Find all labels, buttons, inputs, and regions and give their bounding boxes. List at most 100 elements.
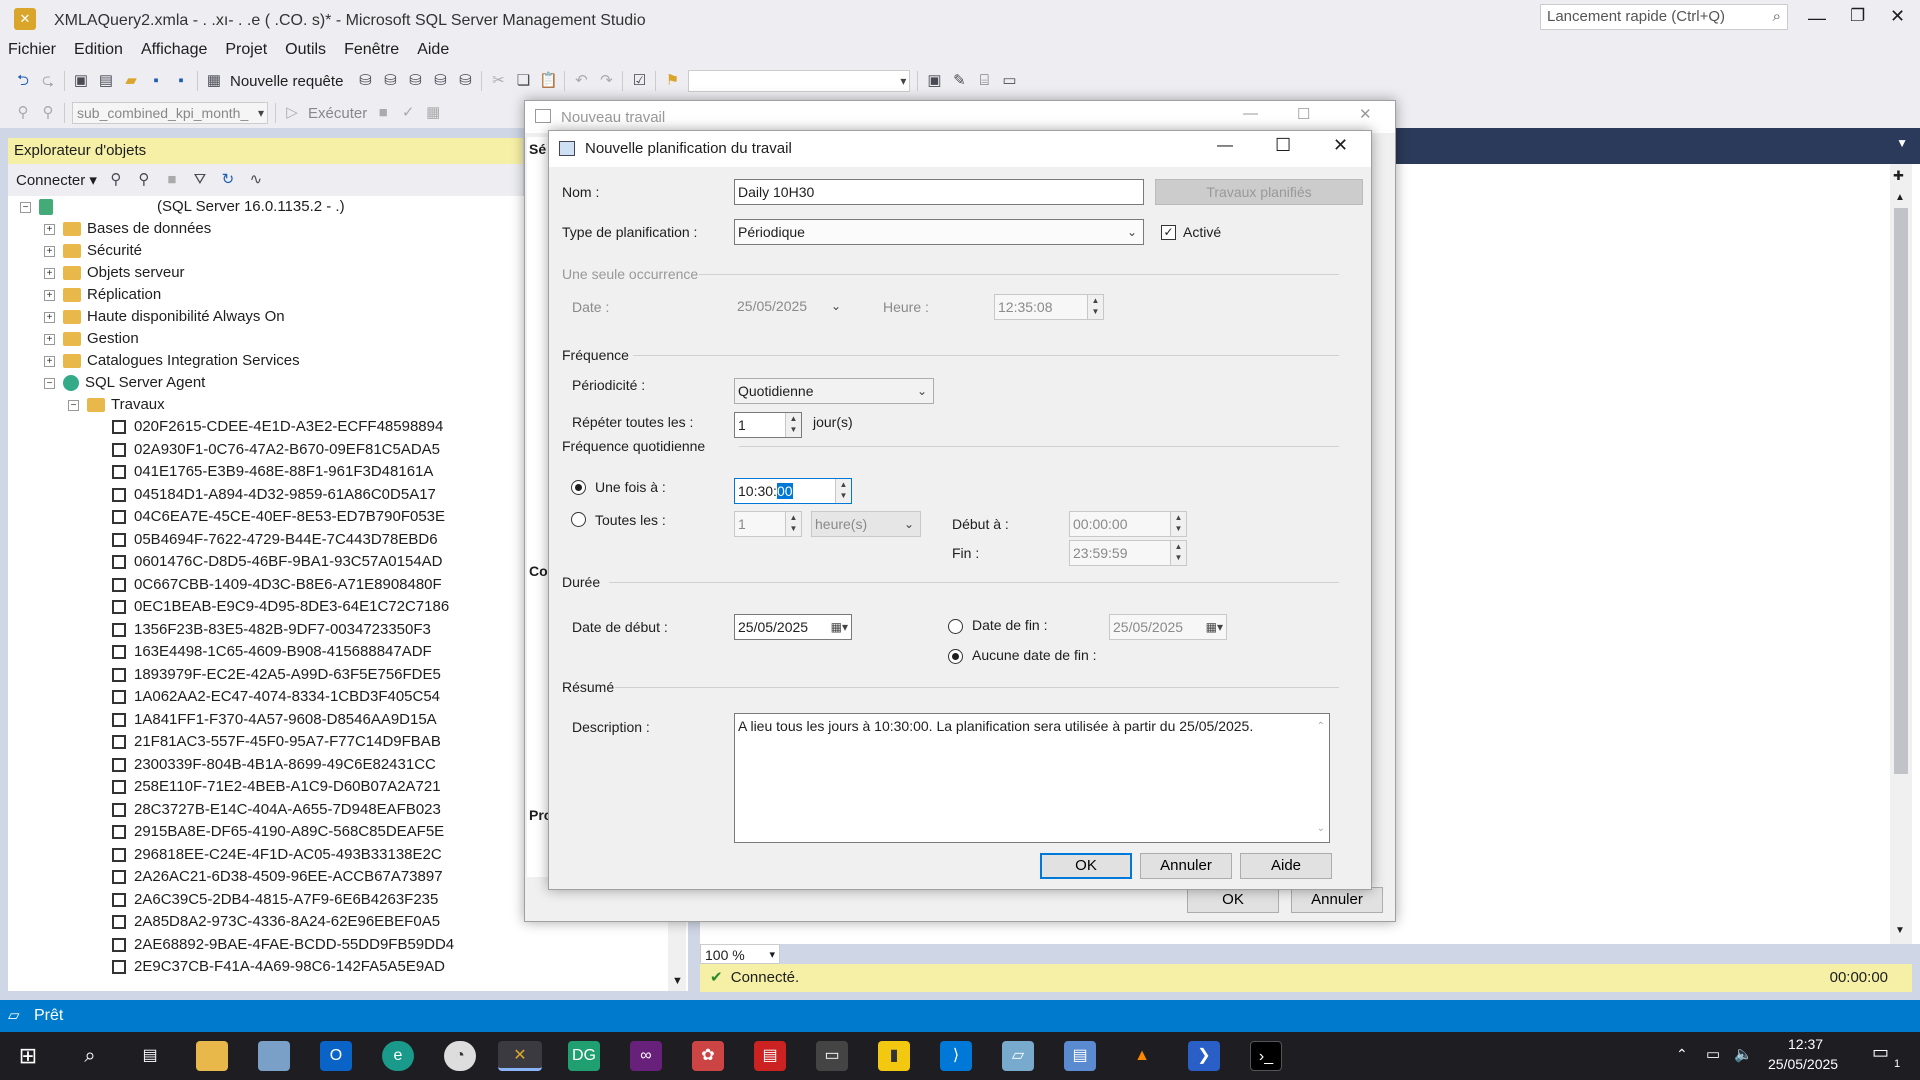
scroll-down-icon[interactable]: ▼ [1895,925,1905,936]
refresh-icon[interactable]: ↻ [219,171,237,189]
menu-projet[interactable]: Projet [225,41,267,59]
collapse-icon[interactable]: − [20,201,31,213]
ssms-taskbar-icon[interactable]: ✕ [498,1041,542,1071]
job-item[interactable]: 0601476C-D8D5-46BF-9BA1-93C57A0154AD [112,551,443,573]
cut-icon[interactable]: ✂ [489,72,507,90]
job-item[interactable]: 1356F23B-83E5-482B-9DF7-0034723350F3 [112,619,431,641]
scroll-up-icon[interactable]: ▲ [1895,192,1905,203]
dax-query-icon[interactable]: ⛁ [456,72,474,90]
job-item[interactable]: 04C6EA7E-45CE-40EF-8E53-ED7B790F053E [112,506,445,528]
xmla-query-icon[interactable]: ⛁ [431,72,449,90]
connect-icon[interactable]: ⚲ [14,104,32,122]
clock-date[interactable]: 25/05/2025 [1768,1056,1838,1072]
results-icon[interactable]: ▦ [424,104,442,122]
job-item[interactable]: 2E9C37CB-F41A-4A69-98C6-142FA5A5E9AD [112,956,445,978]
collapse-icon[interactable]: − [44,377,55,389]
minimize-icon[interactable]: — [1217,137,1233,155]
search-icon[interactable]: ⌕ [74,1041,106,1071]
find-combo[interactable]: ▾ [688,70,911,92]
edge-icon[interactable]: e [382,1041,414,1071]
activity-icon[interactable]: ∿ [247,171,265,189]
once-at-time-input[interactable]: 10:30:00 ▲ ▼ [734,478,852,504]
disconnect-icon[interactable]: ⚲ [39,104,57,122]
job-item[interactable]: 2A85D8A2-973C-4336-8A24-62E96EBEF0A5 [112,911,440,933]
expand-icon[interactable]: + [44,311,55,323]
notifications-icon[interactable]: ▭ [1872,1042,1889,1063]
node-always-on[interactable]: + Haute disponibilité Always On [44,306,285,328]
network-icon[interactable]: ▭ [1706,1045,1720,1063]
node-security[interactable]: + Sécurité [44,240,142,262]
toolbox-icon[interactable]: ⌸ [975,72,993,90]
restore-icon[interactable]: ❐ [1850,6,1865,26]
server-node[interactable]: − (SQL Server 16.0.1135.2 - .) [20,196,345,218]
description-textarea[interactable]: A lieu tous les jours à 10:30:00. La pla… [734,713,1330,843]
cmd-icon[interactable]: ›_ [1250,1041,1282,1071]
add-item-icon[interactable]: ▤ [97,72,115,90]
expand-icon[interactable]: + [44,245,55,257]
visual-studio-icon[interactable]: ∞ [630,1041,662,1071]
document-icon[interactable]: ▤ [1064,1041,1096,1071]
scroll-down-icon[interactable]: ▼ [672,975,683,987]
menu-aide[interactable]: Aide [417,41,449,59]
terminal-icon[interactable]: ▭ [1000,72,1018,90]
database-combo[interactable]: sub_combined_kpi_month_ ▾ [72,102,268,124]
vlc-icon[interactable]: ▲ [1126,1041,1158,1071]
scroll-thumb[interactable] [1894,208,1908,774]
job-item[interactable]: 02A930F1-0C76-47A2-B670-09EF81C5ADA5 [112,439,440,461]
paint-icon[interactable]: ✿ [692,1041,724,1071]
collapse-icon[interactable]: − [68,399,79,411]
close-icon[interactable]: ✕ [1359,105,1372,123]
job-item[interactable]: 1893979F-EC2E-42A5-A99D-63F5E756FDE5 [112,664,441,686]
properties-icon[interactable]: ✎ [950,72,968,90]
node-server-objects[interactable]: + Objets serveur [44,262,185,284]
menu-edition[interactable]: Edition [74,41,123,59]
save-all-icon[interactable]: ▪ [172,72,190,90]
enabled-checkbox[interactable]: ✓ [1161,225,1176,240]
connect-plug-icon[interactable]: ⚲ [107,171,125,189]
scroll-up-icon[interactable]: ⌃ [1317,718,1325,736]
help-button[interactable]: Aide [1240,853,1332,879]
new-query-icon[interactable]: ▦ [205,72,223,90]
job-item[interactable]: 296818EE-C24E-4F1D-AC05-493B33138E2C [112,844,442,866]
volume-muted-icon[interactable]: 🔈 [1734,1045,1753,1063]
job-item[interactable]: 2A6C39C5-2DB4-4815-A7F9-6E6B4263F235 [112,889,438,911]
menu-fichier[interactable]: Fichier [8,41,56,59]
tab-dropdown-icon[interactable]: ▼ [1896,136,1908,150]
connect-button[interactable]: Connecter ▾ [16,171,97,189]
file-explorer-icon[interactable] [196,1041,228,1071]
minimize-icon[interactable]: — [1808,8,1826,29]
open-folder-icon[interactable]: ▰ [122,72,140,90]
remote-desktop-icon[interactable] [258,1041,290,1071]
forward-icon[interactable]: ⮎ [39,72,57,90]
execute-icon[interactable]: ▷ [283,104,301,122]
end-date-radio[interactable] [948,619,963,634]
ok-button[interactable]: OK [1040,853,1132,879]
copy-icon[interactable]: ❏ [514,72,532,90]
job-item[interactable]: 020F2615-CDEE-4E1D-A3E2-ECFF48598894 [112,416,443,438]
new-job-cancel-button[interactable]: Annuler [1291,887,1383,913]
node-sql-agent[interactable]: − SQL Server Agent [44,372,205,394]
recurs-input[interactable]: 1 ▲ ▼ [734,412,802,438]
new-query-button[interactable]: Nouvelle requête [230,73,343,90]
job-item[interactable]: 0EC1BEAB-E9C9-4D95-8DE3-64E1C72C7186 [112,596,449,618]
expand-icon[interactable]: + [44,289,55,301]
minimize-icon[interactable]: — [1243,105,1258,122]
menu-outils[interactable]: Outils [285,41,326,59]
notepad-icon[interactable]: ▱ [1002,1041,1034,1071]
stop-icon[interactable]: ■ [163,171,181,189]
new-job-ok-button[interactable]: OK [1187,887,1279,913]
node-management[interactable]: + Gestion [44,328,139,350]
node-integration-services[interactable]: + Catalogues Integration Services [44,350,300,372]
redo-icon[interactable]: ↷ [597,72,615,90]
job-item[interactable]: 1A062AA2-EC47-4074-8334-1CBD3F405C54 [112,686,440,708]
close-icon[interactable]: ✕ [1333,135,1348,156]
save-icon[interactable]: ▪ [147,72,165,90]
expand-icon[interactable]: + [44,355,55,367]
spin-icon[interactable]: ▲ ▼ [785,413,801,437]
job-item[interactable]: 21F81AC3-557F-45F0-95A7-F77C14D9FBAB [112,731,441,753]
editor-vertical-scrollbar[interactable]: ✚ ▲ ▼ [1890,164,1912,944]
windows-start-icon[interactable]: ⊞ [12,1041,44,1071]
datagrip-icon[interactable]: DG [568,1041,600,1071]
outlook-icon[interactable]: O [320,1041,352,1071]
scroll-down-icon[interactable]: ⌄ [1317,820,1325,838]
